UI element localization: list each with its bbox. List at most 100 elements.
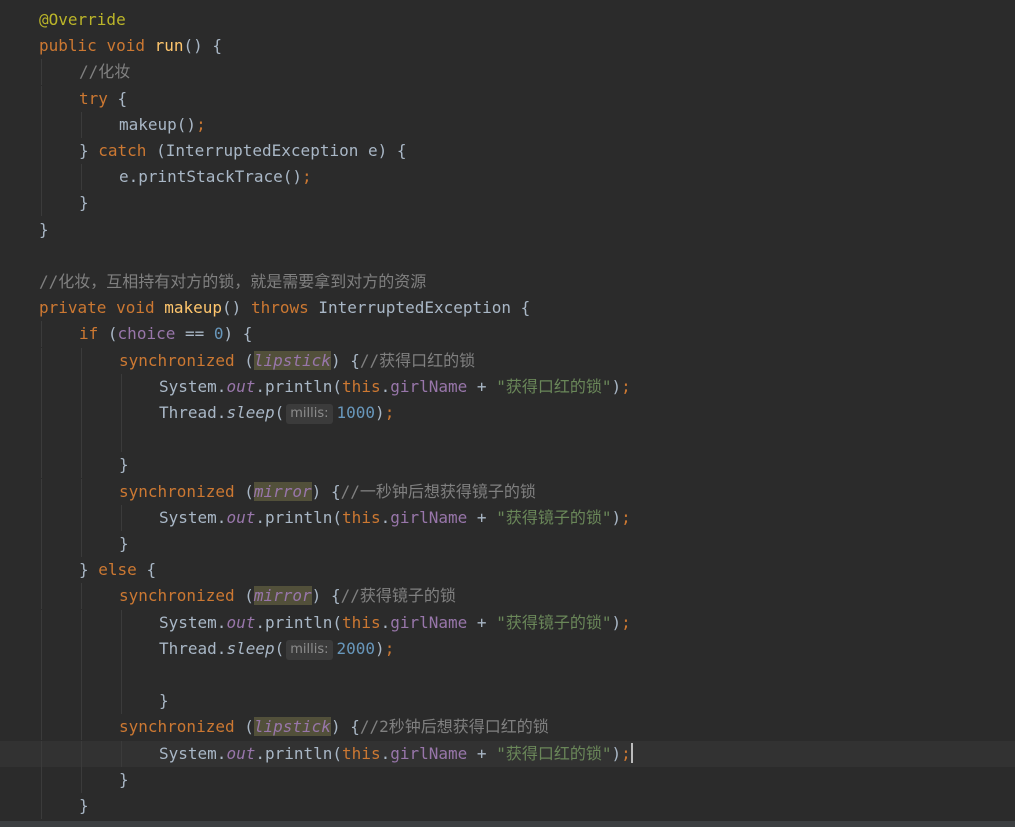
- parameter-hint: millis:: [286, 404, 333, 424]
- code-token: makeup(): [119, 114, 197, 134]
- code-token: lipstick: [253, 717, 331, 737]
- code-line[interactable]: [0, 662, 1015, 688]
- code-line[interactable]: }: [0, 452, 1015, 479]
- code-line[interactable]: }: [0, 217, 1015, 243]
- code-token: .println(: [255, 743, 343, 763]
- code-line[interactable]: synchronized (lipstick) {//获得口红的锁: [0, 347, 1015, 374]
- indent-guide: [41, 373, 42, 400]
- indent-guide: [81, 766, 82, 793]
- code-token: ) {: [223, 324, 253, 344]
- indent-guide: [41, 59, 42, 86]
- code-token: out: [226, 376, 256, 396]
- code-token: //获得镜子的锁: [340, 586, 456, 606]
- code-line[interactable]: public void run() {: [0, 33, 1015, 59]
- code-line[interactable]: if (choice == 0) {: [0, 321, 1015, 348]
- code-token: girlName: [390, 376, 468, 396]
- code-token: () {: [183, 36, 223, 56]
- code-token: ): [611, 612, 622, 632]
- code-line[interactable]: }: [0, 190, 1015, 217]
- indent-guide: [81, 714, 82, 741]
- code-line[interactable]: try {: [0, 85, 1015, 112]
- code-line[interactable]: }: [0, 793, 1015, 819]
- indent-guide: [81, 740, 82, 767]
- indent-guide: [81, 635, 82, 662]
- parameter-hint: millis:: [286, 639, 333, 660]
- indent-guide: [41, 504, 42, 531]
- code-text: public void run() {: [39, 33, 222, 59]
- code-text: }: [119, 531, 129, 557]
- code-text: Thread.sleep(millis: 2000);: [159, 636, 394, 662]
- code-token: "获得口红的锁": [496, 376, 612, 396]
- code-token: ) {: [311, 586, 341, 606]
- code-line[interactable]: System.out.println(this.girlName + "获得口红…: [0, 740, 1015, 767]
- code-text: } catch (InterruptedException e) {: [79, 138, 407, 164]
- code-line[interactable]: synchronized (mirror) {//获得镜子的锁: [0, 583, 1015, 610]
- code-token: (: [244, 481, 254, 501]
- code-token: ;: [302, 167, 312, 187]
- indent-guide: [81, 373, 82, 400]
- code-token: //获得口红的锁: [359, 350, 476, 370]
- code-line[interactable]: [0, 243, 1015, 269]
- code-line[interactable]: e.printStackTrace();: [0, 164, 1015, 191]
- code-token: .: [380, 507, 391, 527]
- indent-guide: [41, 478, 42, 505]
- code-token: (InterruptedException e) {: [156, 141, 407, 160]
- code-token: (: [274, 638, 285, 658]
- code-line[interactable]: System.out.println(this.girlName + "获得口红…: [0, 373, 1015, 400]
- code-token: 2000: [336, 638, 376, 658]
- indent-guide: [41, 557, 42, 584]
- code-line[interactable]: private void makeup() throws Interrupted…: [0, 295, 1015, 321]
- code-token: }: [79, 560, 99, 580]
- code-token: throws: [250, 298, 319, 318]
- code-line[interactable]: synchronized (lipstick) {//2秒钟后想获得口红的锁: [0, 714, 1015, 741]
- code-token: synchronized: [119, 586, 245, 606]
- code-line[interactable]: } else {: [0, 557, 1015, 584]
- indent-guide: [121, 662, 122, 688]
- code-line[interactable]: System.out.println(this.girlName + "获得镜子…: [0, 609, 1015, 636]
- code-line[interactable]: }: [0, 766, 1015, 793]
- code-line[interactable]: //化妆，互相持有对方的锁，就是需要拿到对方的资源: [0, 269, 1015, 295]
- code-text: }: [119, 452, 129, 478]
- code-line[interactable]: //化妆: [0, 59, 1015, 86]
- code-token: (: [244, 350, 254, 370]
- code-line[interactable]: Thread.sleep(millis: 2000);: [0, 635, 1015, 662]
- indent-guide: [121, 635, 122, 662]
- code-line[interactable]: makeup();: [0, 111, 1015, 138]
- code-line[interactable]: Thread.sleep(millis: 1000);: [0, 400, 1015, 426]
- indent-guide: [41, 531, 42, 557]
- indent-guide: [41, 164, 42, 191]
- code-token: this: [342, 376, 381, 396]
- code-token: synchronized: [119, 481, 245, 501]
- code-token: }: [79, 193, 89, 213]
- code-editor[interactable]: @Override public void run() { //化妆 try {mak…: [0, 0, 1015, 827]
- indent-guide: [41, 793, 42, 819]
- indent-guide: [121, 426, 122, 453]
- indent-guide: [81, 662, 82, 688]
- code-token: //化妆: [79, 62, 131, 82]
- indent-guide: [81, 426, 82, 453]
- indent-guide: [41, 400, 42, 426]
- code-line[interactable]: @Override: [0, 7, 1015, 33]
- code-token: out: [226, 743, 256, 763]
- code-text: makeup();: [119, 112, 206, 138]
- indent-guide: [41, 609, 42, 636]
- code-line[interactable]: } catch (InterruptedException e) {: [0, 138, 1015, 164]
- code-token: }: [79, 796, 89, 815]
- indent-guide: [41, 426, 42, 453]
- code-text: System.out.println(this.girlName + "获得口红…: [159, 374, 631, 400]
- code-line[interactable]: System.out.println(this.girlName + "获得镜子…: [0, 504, 1015, 531]
- code-line[interactable]: synchronized (mirror) {//一秒钟后想获得镜子的锁: [0, 478, 1015, 505]
- code-token: ): [375, 638, 385, 658]
- horizontal-scrollbar[interactable]: [0, 821, 1015, 827]
- code-token: (: [244, 586, 254, 606]
- code-line[interactable]: [0, 426, 1015, 453]
- code-token: Thread.: [159, 403, 227, 422]
- code-line[interactable]: }: [0, 531, 1015, 557]
- code-token: synchronized: [119, 350, 245, 370]
- indent-guide: [81, 164, 82, 191]
- code-token: ;: [196, 114, 206, 134]
- code-token: ) {: [330, 717, 360, 737]
- code-text: private void makeup() throws Interrupted…: [39, 295, 530, 321]
- code-line[interactable]: }: [0, 688, 1015, 715]
- code-token: girlName: [390, 743, 468, 763]
